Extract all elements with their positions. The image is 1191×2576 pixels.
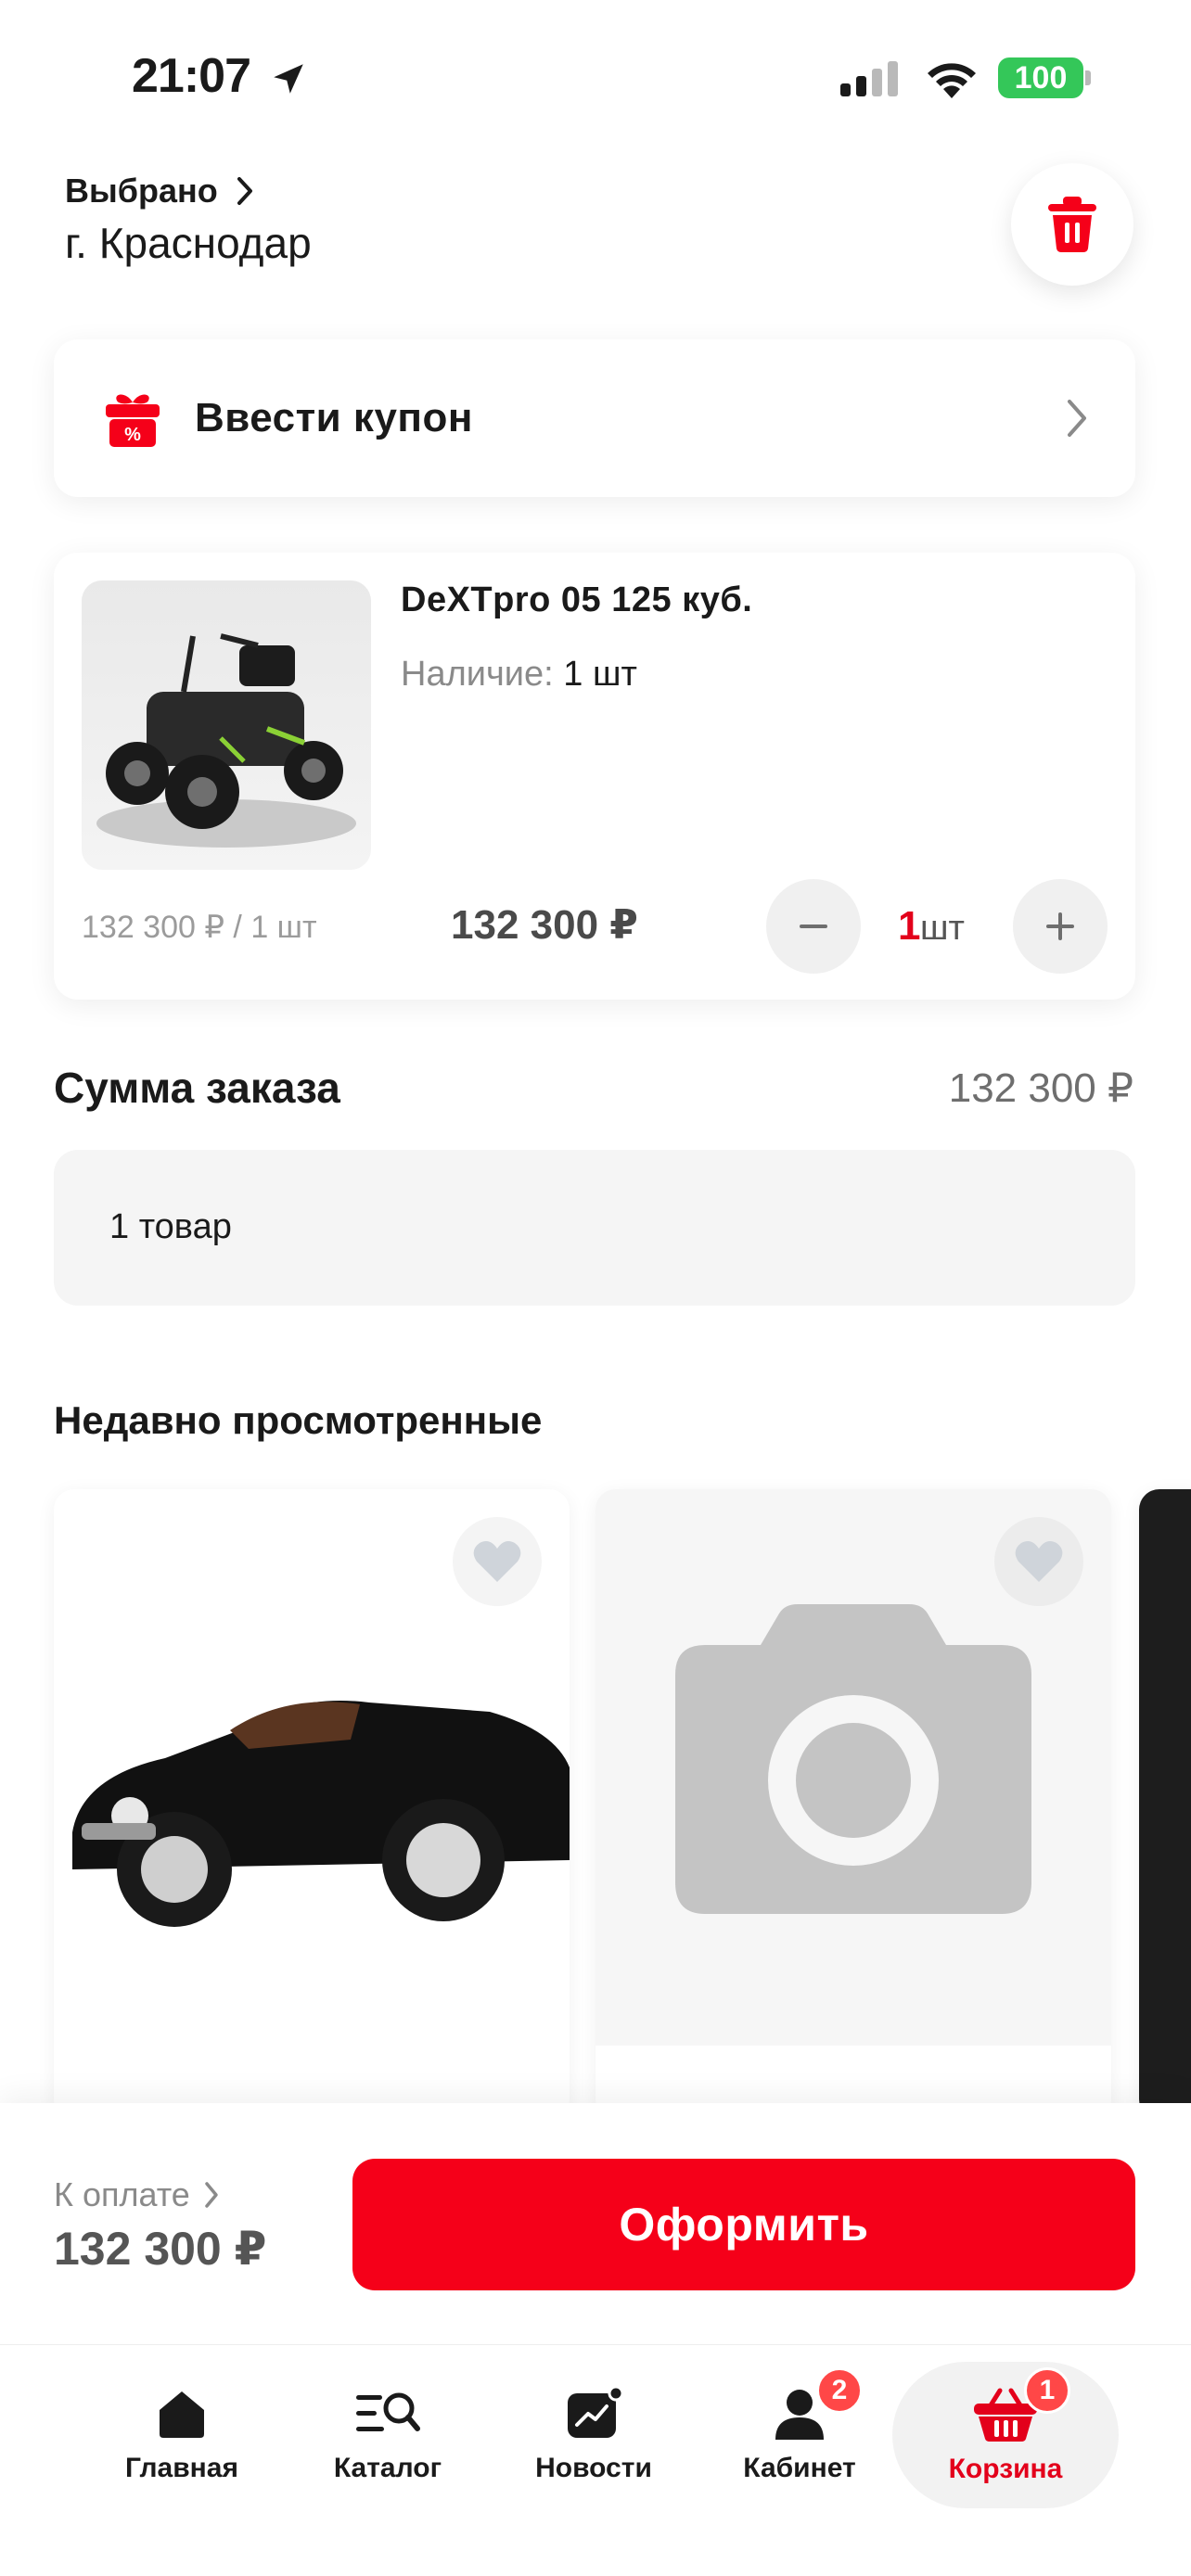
tab-cart[interactable]: Корзина 1 [892,2362,1119,2508]
order-summary-box: 1 товар [54,1150,1135,1306]
checkout-button[interactable]: Оформить [352,2159,1135,2290]
pay-label: К оплате [54,2175,190,2213]
tab-label: Главная [124,2453,238,2483]
battery-cap [1085,70,1091,85]
plus-icon [1046,912,1074,940]
item-price: 132 300 ₽ [451,902,638,948]
coupon-label: Ввести купон [195,395,473,440]
location-label: Выбрано [65,172,218,210]
tab-label: Новости [535,2453,652,2483]
trash-icon [1048,197,1096,252]
favorite-button[interactable] [994,1517,1083,1606]
status-time: 21:07 [132,49,251,103]
quantity-unit: шт [920,909,965,948]
home-icon [160,2391,204,2438]
pay-label-row[interactable]: К оплате [54,2175,220,2214]
location-label-row: Выбрано [65,172,312,210]
chevron-right-icon [205,2182,218,2208]
location-selector[interactable]: Выбрано г. Краснодар [65,172,312,268]
cart-item-card: DeXTpro 05 125 куб. Наличие: 1 шт 132 30… [54,553,1135,1000]
recent-product-card[interactable] [596,1489,1111,2120]
quantity-decrease-button[interactable] [766,879,861,974]
recent-product-card[interactable] [54,1489,570,2120]
items-count: 1 товар [109,1207,232,1246]
tab-label: Каталог [333,2453,442,2483]
chevron-right-icon [1068,400,1086,437]
battery-indicator: 100 [998,57,1083,98]
notification-badge: 2 [816,2367,863,2414]
location-city: г. Краснодар [65,219,312,267]
unit-price: 132 300 ₽ / 1 шт [82,910,317,945]
clear-cart-button[interactable] [1011,163,1133,286]
recently-viewed-title: Недавно просмотренные [54,1398,543,1442]
tab-catalog[interactable]: Каталог [286,2362,490,2508]
heart-icon [1015,1541,1063,1582]
order-summary-title: Сумма заказа [54,1064,340,1112]
tab-bar: Главная Каталог Новости Кабинет 2 Корзин… [0,2344,1191,2576]
minus-icon [800,925,827,928]
tab-cabinet[interactable]: Кабинет 2 [698,2362,902,2508]
quantity-value: 1 [898,903,921,949]
location-arrow-icon [274,64,303,94]
product-name[interactable]: DeXTpro 05 125 куб. [401,580,752,620]
atv-image [96,633,356,848]
product-stock: Наличие: 1 шт [401,655,637,695]
status-bar: 21:07 100 [0,0,1191,158]
tab-home[interactable]: Главная [80,2362,284,2508]
coupon-row[interactable]: % Ввести купон [54,339,1135,497]
pay-total: 132 300 ₽ [54,2223,267,2275]
product-image[interactable] [82,580,371,870]
gift-percent-icon: % [106,394,160,447]
news-icon [568,2386,623,2438]
catalog-search-icon [356,2392,420,2431]
favorite-button[interactable] [453,1517,542,1606]
chevron-right-icon [237,177,252,205]
stock-label: Наличие: [401,655,554,694]
heart-icon [473,1541,521,1582]
cellular-signal-icon [840,61,898,96]
tab-label: Корзина [948,2454,1063,2484]
tab-label: Кабинет [743,2453,856,2483]
quantity-increase-button[interactable] [1013,879,1108,974]
stock-value: 1 шт [563,655,637,694]
tab-news[interactable]: Новости [492,2362,696,2508]
toy-car-image [72,1701,570,1927]
order-summary-total: 132 300 ₽ [948,1065,1133,1111]
svg-text:%: % [124,425,141,445]
wifi-icon [928,63,976,98]
camera-placeholder-icon [675,1604,1031,1914]
notification-badge: 1 [1024,2367,1070,2414]
recent-product-card[interactable] [1139,1489,1191,2120]
checkout-bar: К оплате 132 300 ₽ Оформить [0,2103,1191,2344]
